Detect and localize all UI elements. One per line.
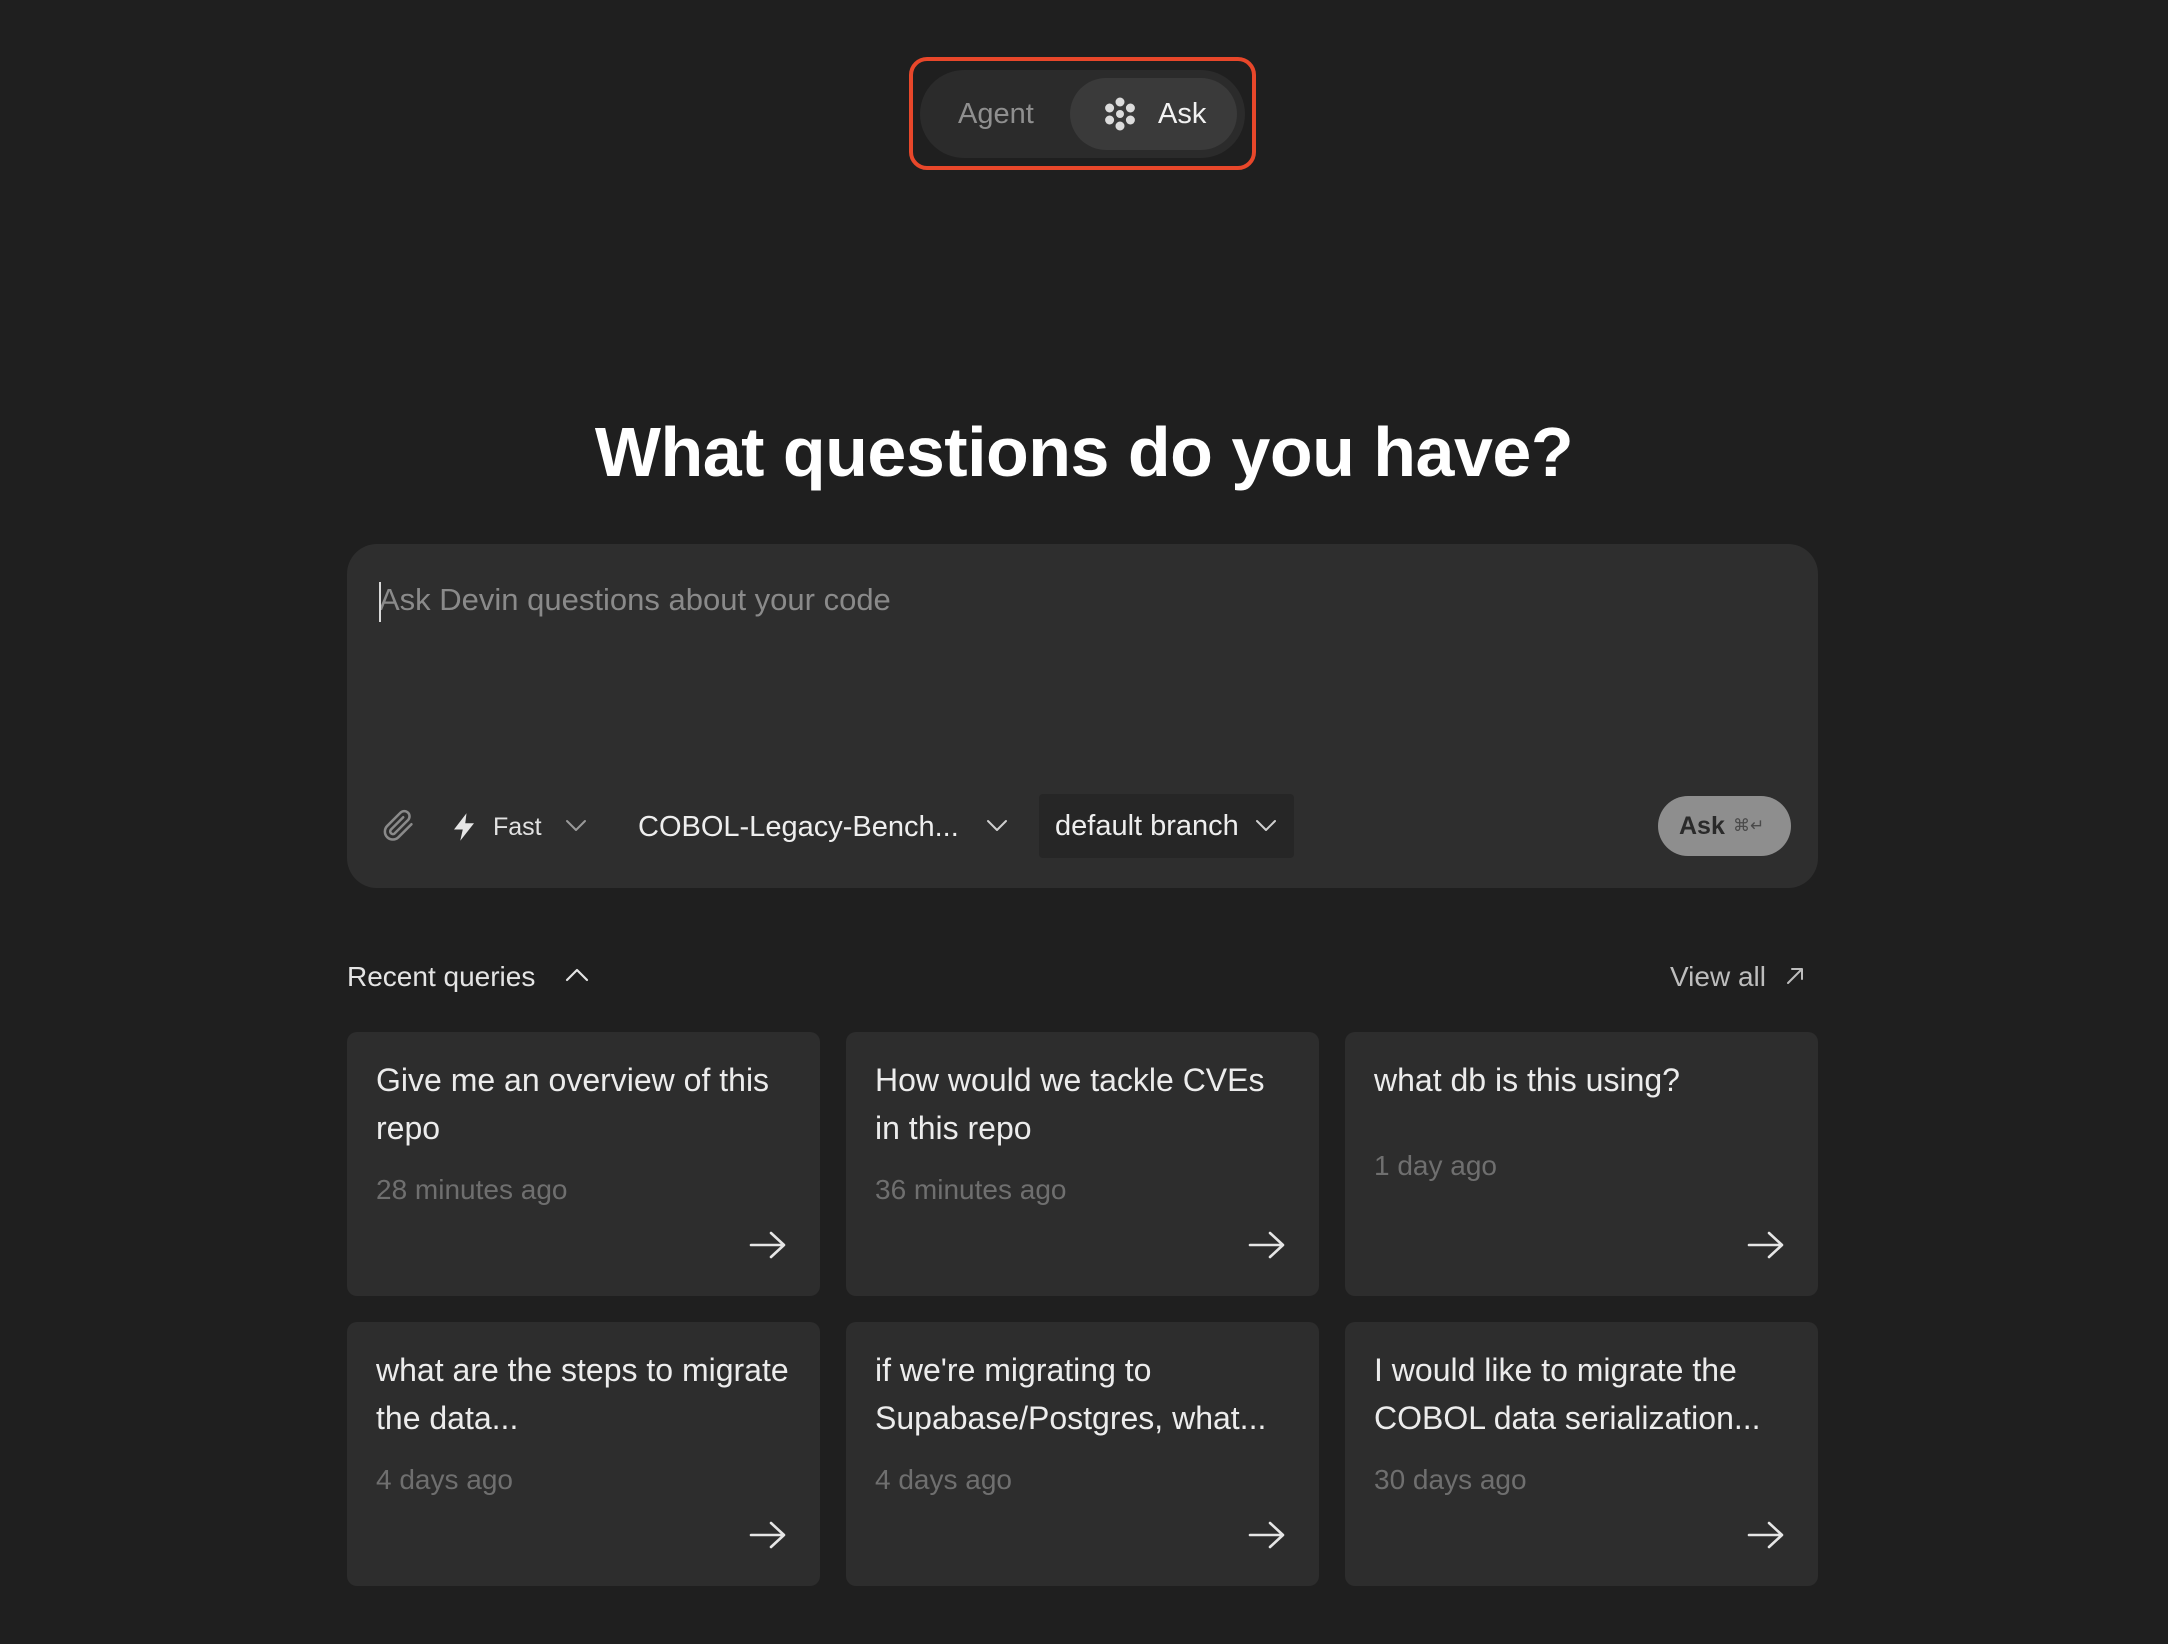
recent-query-card[interactable]: what are the steps to migrate the data..… (347, 1322, 820, 1586)
composer-toolbar: Fast COBOL-Legacy-Bench... default branc… (347, 792, 1818, 862)
arrow-right-icon (749, 1521, 786, 1549)
repo-label: COBOL-Legacy-Bench... (638, 811, 959, 843)
text-caret (379, 582, 381, 622)
arrow-right-icon (1248, 1231, 1285, 1259)
ask-icon (1105, 97, 1135, 131)
recent-query-time: 28 minutes ago (376, 1174, 568, 1205)
recent-query-time: 1 day ago (1374, 1150, 1497, 1181)
recent-query-time: 4 days ago (376, 1464, 513, 1495)
chevron-down-icon (566, 820, 586, 831)
mode-ask-label: Ask (1158, 98, 1207, 130)
recent-query-time: 36 minutes ago (875, 1174, 1067, 1205)
mode-agent-tab[interactable]: Agent (958, 70, 1034, 158)
recent-query-card[interactable]: I would like to migrate the COBOL data s… (1345, 1322, 1818, 1586)
arrow-right-icon (749, 1231, 786, 1259)
view-all-link[interactable]: View all (1670, 952, 1806, 1002)
ask-submit-label: Ask (1679, 812, 1725, 840)
view-all-label: View all (1670, 961, 1766, 992)
chevron-up-icon[interactable] (565, 967, 589, 983)
arrow-up-right-icon (1787, 968, 1803, 984)
recent-query-card[interactable]: How would we tackle CVEs in this repo 36… (846, 1032, 1319, 1296)
recent-query-time: 30 days ago (1374, 1464, 1527, 1495)
branch-select[interactable]: default branch (1039, 794, 1294, 858)
recent-query-text: I would like to migrate the COBOL data s… (1374, 1352, 1761, 1436)
arrow-right-icon (1248, 1521, 1285, 1549)
chevron-down-icon (1256, 820, 1276, 831)
chevron-down-icon (987, 820, 1007, 831)
page-title: What questions do you have? (594, 412, 1574, 491)
recent-query-card[interactable]: Give me an overview of this repo 28 minu… (347, 1032, 820, 1296)
keyboard-shortcut-hint: ⌘↵ (1733, 816, 1765, 835)
branch-label: default branch (1055, 810, 1239, 842)
arrow-right-icon (1747, 1521, 1784, 1549)
speed-label: Fast (493, 813, 542, 841)
recent-query-text: Give me an overview of this repo (376, 1062, 770, 1146)
lightning-icon (454, 813, 474, 841)
question-composer: Fast COBOL-Legacy-Bench... default branc… (347, 544, 1818, 888)
recent-query-text: How would we tackle CVEs in this repo (875, 1062, 1265, 1146)
recent-query-text: what are the steps to migrate the data..… (376, 1352, 789, 1436)
arrow-right-icon (1747, 1231, 1784, 1259)
recent-query-card[interactable]: what db is this using? 1 day ago (1345, 1032, 1818, 1296)
recent-queries-title: Recent queries (347, 961, 536, 992)
ask-submit-button[interactable]: Ask ⌘↵ (1658, 796, 1791, 856)
recent-query-text: if we're migrating to Supabase/Postgres,… (875, 1352, 1267, 1436)
question-input[interactable] (379, 582, 1779, 732)
paperclip-icon[interactable] (379, 806, 417, 844)
recent-query-card[interactable]: if we're migrating to Supabase/Postgres,… (846, 1322, 1319, 1586)
recent-queries-header: Recent queries View all (347, 952, 1818, 1002)
mode-ask-tab[interactable]: Ask (1070, 78, 1237, 150)
repo-select[interactable]: COBOL-Legacy-Bench... (638, 792, 1007, 862)
recent-query-time: 4 days ago (875, 1464, 1012, 1495)
recent-query-text: what db is this using? (1374, 1062, 1680, 1098)
mode-toggle: Agent Ask (920, 70, 1245, 158)
